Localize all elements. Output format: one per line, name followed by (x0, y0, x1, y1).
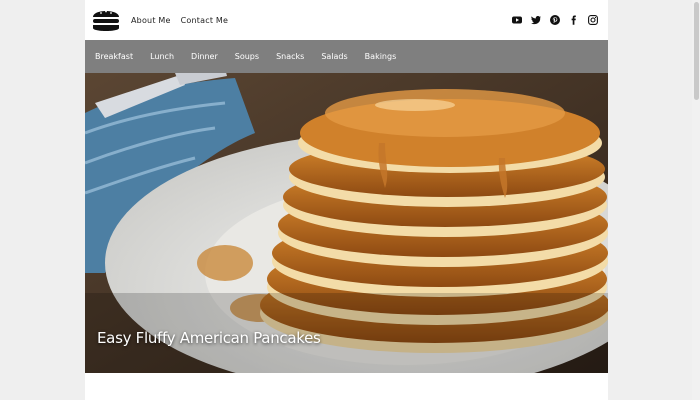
nav-item-snacks[interactable]: Snacks (276, 52, 304, 61)
top-links: About Me Contact Me (131, 0, 228, 40)
social-links (512, 0, 598, 40)
hero-banner[interactable]: Easy Fluffy American Pancakes (85, 73, 608, 373)
nav-item-bakings[interactable]: Bakings (365, 52, 397, 61)
page-container: About Me Contact Me Breakfast Lunch Dinn… (85, 0, 608, 400)
site-header: About Me Contact Me (85, 0, 608, 40)
hero-title[interactable]: Easy Fluffy American Pancakes (97, 329, 321, 347)
nav-item-lunch[interactable]: Lunch (150, 52, 174, 61)
instagram-icon[interactable] (588, 15, 598, 25)
nav-item-soups[interactable]: Soups (235, 52, 259, 61)
nav-item-salads[interactable]: Salads (321, 52, 347, 61)
about-me-link[interactable]: About Me (131, 16, 171, 25)
content-area (85, 373, 608, 400)
burger-logo-icon[interactable] (91, 5, 121, 35)
nav-item-breakfast[interactable]: Breakfast (95, 52, 133, 61)
youtube-icon[interactable] (512, 15, 522, 25)
page-scrollbar[interactable] (692, 0, 700, 400)
contact-me-link[interactable]: Contact Me (181, 16, 229, 25)
facebook-icon[interactable] (569, 15, 579, 25)
pinterest-icon[interactable] (550, 15, 560, 25)
nav-item-dinner[interactable]: Dinner (191, 52, 218, 61)
pancakes-photo (85, 73, 608, 373)
category-nav: Breakfast Lunch Dinner Soups Snacks Sala… (85, 40, 608, 73)
twitter-icon[interactable] (531, 15, 541, 25)
scrollbar-thumb[interactable] (694, 2, 699, 100)
